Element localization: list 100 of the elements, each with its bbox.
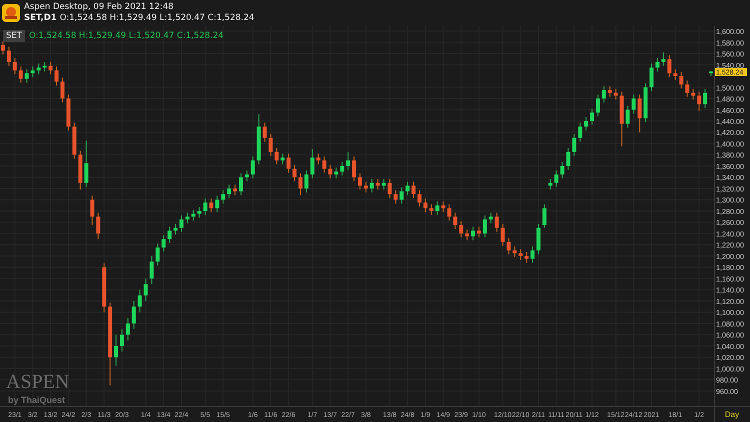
candle — [376, 178, 380, 190]
candle — [423, 198, 428, 213]
candle — [268, 133, 273, 156]
candle — [602, 86, 606, 103]
candle — [429, 204, 434, 216]
candle — [227, 184, 232, 199]
symbol-badge: SET — [3, 30, 25, 42]
candle — [48, 61, 53, 75]
candle — [441, 200, 446, 213]
candle — [310, 148, 314, 179]
candle — [126, 317, 130, 341]
candle — [6, 46, 11, 66]
window-title: Aspen Desktop, 09 Feb 2021 12:48 — [24, 2, 175, 13]
candle — [661, 52, 666, 66]
candle — [447, 204, 452, 222]
candle — [203, 198, 208, 216]
candle — [560, 162, 564, 179]
candle — [364, 181, 368, 193]
candle — [518, 248, 523, 260]
brand-byline: by ThaiQuest — [8, 395, 66, 405]
candle — [488, 212, 493, 224]
candle — [274, 148, 279, 165]
candle — [453, 212, 458, 230]
candle — [191, 209, 196, 222]
candle — [667, 54, 672, 78]
candle — [12, 58, 17, 75]
candle — [209, 198, 214, 213]
candle — [346, 151, 350, 170]
candle — [316, 153, 320, 165]
candle — [691, 88, 696, 100]
candle — [500, 223, 505, 246]
candle — [679, 72, 684, 89]
symbol-label: SET,D1 — [24, 13, 57, 24]
candle — [400, 186, 404, 204]
candle — [709, 70, 714, 76]
candle — [197, 206, 202, 218]
ohlc-legend: O:1,524.58 H:1,529.49 L:1,520.47 C:1,528.24 — [28, 31, 224, 41]
ohlc-readout: O:1,524.58 H:1,529.49 L:1,520.47 C:1,528.24 — [60, 13, 254, 24]
candle — [459, 220, 464, 238]
candle — [512, 246, 517, 258]
candle — [24, 68, 29, 84]
candle — [72, 122, 76, 160]
candle — [250, 156, 255, 179]
candle — [406, 181, 410, 196]
candle — [482, 215, 487, 238]
candle — [286, 153, 291, 174]
timeframe-label[interactable]: Day — [724, 410, 740, 419]
candle — [620, 91, 624, 147]
candle — [382, 178, 386, 190]
candle — [18, 66, 23, 84]
candle — [584, 116, 588, 132]
candle — [144, 278, 148, 302]
candle — [572, 133, 576, 156]
candle — [256, 114, 261, 165]
candle — [78, 150, 82, 190]
candle — [435, 200, 440, 216]
candle — [626, 105, 630, 128]
candle — [221, 190, 226, 204]
candle — [697, 91, 702, 112]
candle — [156, 243, 160, 266]
app-logo-icon — [2, 4, 20, 22]
candle — [506, 238, 511, 255]
candle — [644, 82, 648, 123]
candle — [215, 195, 220, 213]
candle — [30, 66, 35, 78]
candle — [554, 170, 558, 188]
candle — [394, 190, 398, 204]
candle — [578, 122, 582, 142]
candle — [102, 262, 106, 313]
candle — [185, 212, 190, 224]
candle — [90, 195, 94, 226]
candle — [638, 94, 642, 133]
candle — [304, 170, 308, 193]
candle — [328, 164, 332, 179]
candle — [542, 204, 546, 228]
candle — [566, 148, 570, 170]
candle — [162, 234, 166, 252]
candle — [465, 229, 470, 241]
candle — [168, 226, 172, 244]
candle — [150, 256, 154, 285]
candle — [673, 68, 678, 80]
candle — [132, 300, 136, 330]
candle — [370, 178, 374, 193]
candle — [0, 40, 5, 56]
candle — [340, 162, 344, 176]
candle — [388, 178, 392, 199]
candle — [703, 88, 708, 109]
candle — [685, 80, 690, 98]
candle — [524, 252, 529, 264]
candle — [322, 156, 326, 174]
candle — [262, 122, 267, 142]
candle — [608, 86, 612, 98]
candle — [334, 167, 338, 179]
candle — [632, 94, 636, 114]
candle — [494, 212, 499, 232]
candle — [66, 94, 70, 132]
candle — [614, 88, 618, 100]
candle — [84, 140, 88, 188]
candle — [280, 153, 285, 165]
candle — [42, 61, 47, 72]
